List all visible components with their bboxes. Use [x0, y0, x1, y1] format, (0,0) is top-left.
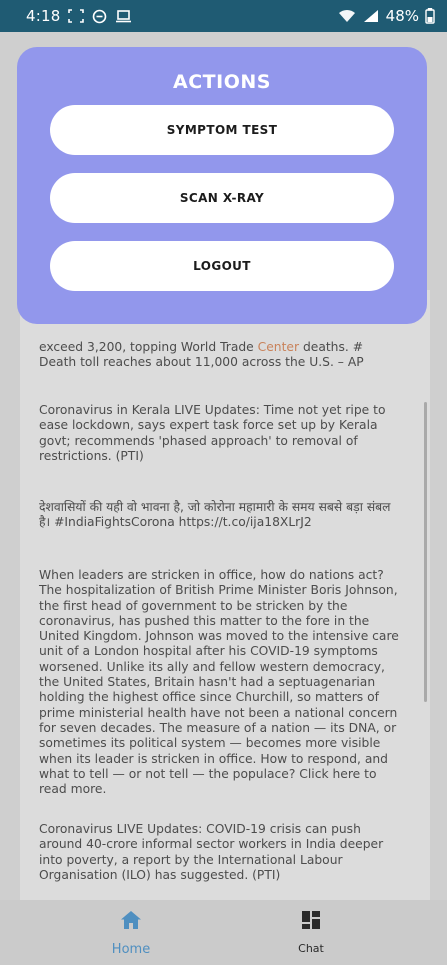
logout-button[interactable]: LOGOUT	[50, 241, 394, 291]
nav-item-home[interactable]: Home	[86, 908, 176, 958]
battery-icon	[425, 8, 435, 24]
news-text: Coronavirus in Kerala LIVE Updates: Time…	[39, 403, 386, 463]
news-feed[interactable]: exceed 3,200, topping World Trade Center…	[20, 290, 430, 900]
status-time: 4:18	[26, 7, 61, 25]
news-text: When leaders are stricken in office, how…	[39, 568, 399, 797]
news-text: Coronavirus LIVE Updates: COVID-19 crisi…	[39, 822, 384, 882]
news-text: देशवासियों की यही वो भावना है, जो कोरोना…	[39, 500, 391, 530]
laptop-icon	[115, 9, 132, 23]
nav-item-chat[interactable]: Chat	[266, 908, 356, 958]
news-item: देशवासियों की यही वो भावना है, जो कोरोना…	[39, 500, 403, 531]
bottom-nav: Home Chat	[0, 900, 447, 965]
news-item: When leaders are stricken in office, how…	[39, 568, 403, 797]
screenshot-frame-icon	[68, 9, 85, 23]
feed-scrollbar[interactable]	[424, 402, 427, 702]
nav-label-chat: Chat	[298, 942, 324, 955]
news-text: exceed 3,200, topping World Trade	[39, 340, 258, 354]
symptom-test-button[interactable]: SYMPTOM TEST	[50, 105, 394, 155]
news-item: Coronavirus LIVE Updates: COVID-19 crisi…	[39, 822, 403, 883]
signal-icon	[362, 9, 380, 23]
news-item: exceed 3,200, topping World Trade Center…	[39, 340, 403, 371]
news-text-accent: Center	[257, 340, 300, 354]
dashboard-icon	[301, 908, 321, 932]
status-left: 4:18	[26, 7, 132, 25]
actions-title: ACTIONS	[173, 71, 271, 93]
actions-card: ACTIONS SYMPTOM TEST SCAN X-RAY LOGOUT	[17, 47, 427, 324]
home-icon	[120, 908, 142, 932]
status-right: 48%	[338, 7, 435, 25]
status-bar: 4:18 48%	[0, 0, 447, 32]
scan-xray-button[interactable]: SCAN X-RAY	[50, 173, 394, 223]
wifi-icon	[338, 9, 356, 23]
battery-percent: 48%	[385, 7, 419, 25]
nav-label-home: Home	[111, 942, 151, 957]
news-item: Coronavirus in Kerala LIVE Updates: Time…	[39, 403, 403, 464]
minus-circle-icon	[92, 9, 107, 24]
